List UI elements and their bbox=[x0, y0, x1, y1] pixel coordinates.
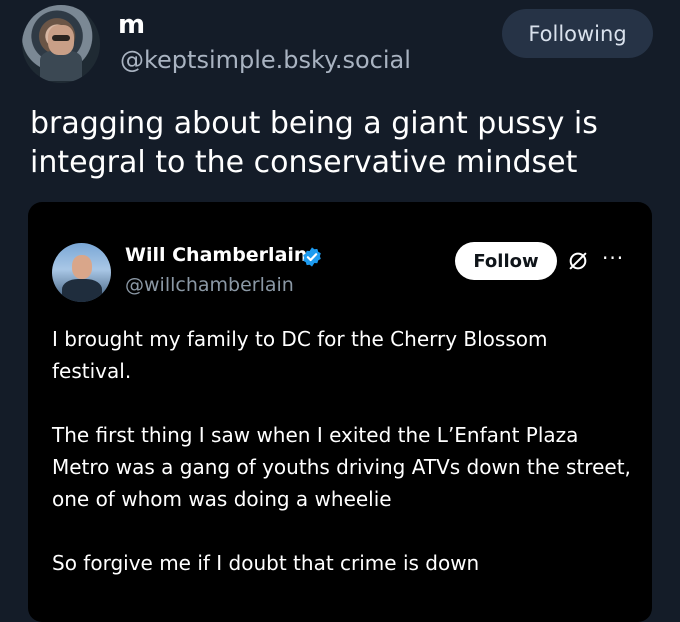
quoted-author-name[interactable]: Will Chamberlain bbox=[125, 244, 307, 266]
follow-button[interactable]: Follow bbox=[455, 242, 557, 280]
post-header: m @keptsimple.bsky.social Following bbox=[0, 0, 680, 90]
quoted-paragraph: So forgive me if I doubt that crime is d… bbox=[52, 551, 480, 575]
quoted-post-body: I brought my family to DC for the Cherry… bbox=[52, 323, 632, 611]
author-avatar[interactable] bbox=[22, 5, 100, 83]
author-handle[interactable]: @keptsimple.bsky.social bbox=[120, 46, 411, 74]
more-icon[interactable]: ··· bbox=[602, 246, 624, 270]
following-button[interactable]: Following bbox=[502, 9, 653, 58]
quoted-author-handle[interactable]: @willchamberlain bbox=[125, 274, 294, 296]
grok-icon[interactable] bbox=[567, 250, 589, 272]
quoted-author-avatar[interactable] bbox=[52, 243, 111, 302]
verified-badge-icon bbox=[303, 247, 321, 267]
quoted-paragraph: The first thing I saw when I exited the … bbox=[52, 423, 631, 511]
quoted-post-card[interactable]: Will Chamberlain @willchamberlain Follow… bbox=[28, 202, 652, 622]
quoted-paragraph: I brought my family to DC for the Cherry… bbox=[52, 327, 548, 383]
post-text: bragging about being a giant pussy is in… bbox=[30, 106, 598, 180]
author-name[interactable]: m bbox=[118, 10, 145, 40]
